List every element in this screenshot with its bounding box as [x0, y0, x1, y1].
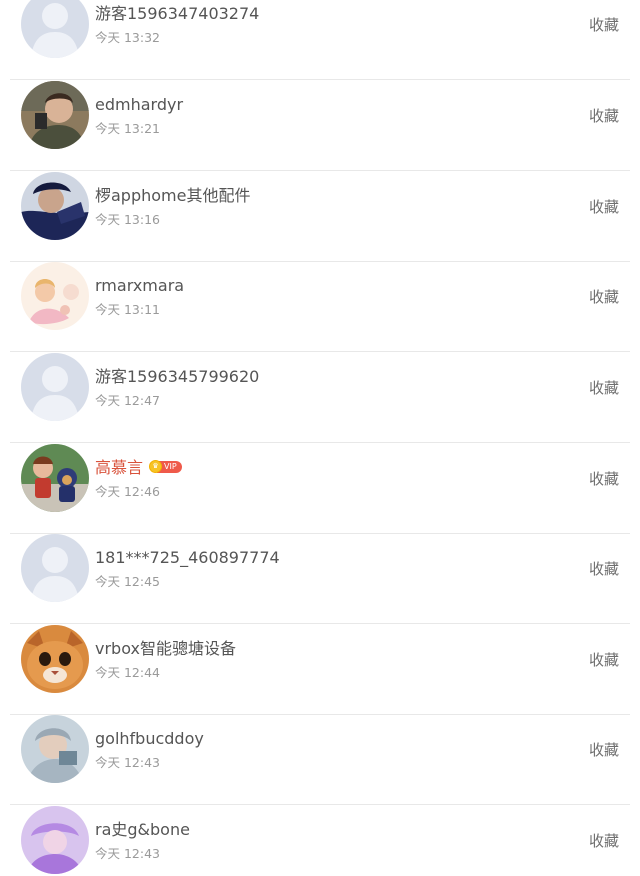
list-item[interactable]: vrbox智能骢塘设备 今天 12:44 收藏 [0, 625, 640, 715]
favorite-button[interactable]: 收藏 [589, 469, 619, 489]
user-name[interactable]: 游客1596347403274 [95, 4, 259, 24]
favorite-button[interactable]: 收藏 [589, 831, 619, 851]
list-item[interactable]: 游客1596347403274 今天 13:32 收藏 [0, 0, 640, 80]
default-avatar-icon[interactable] [21, 534, 89, 602]
list-item[interactable]: ra史g&bone 今天 12:43 收藏 [0, 806, 640, 876]
user-name[interactable]: vrbox智能骢塘设备 [95, 639, 236, 659]
divider [10, 351, 630, 352]
user-avatar[interactable] [21, 715, 89, 783]
favorite-button[interactable]: 收藏 [589, 15, 619, 35]
favorite-button[interactable]: 收藏 [589, 650, 619, 670]
divider [10, 79, 630, 80]
user-avatar[interactable] [21, 444, 89, 512]
crown-icon: ♛ [149, 460, 163, 473]
default-avatar-icon[interactable] [21, 0, 89, 58]
favorite-button[interactable]: 收藏 [589, 559, 619, 579]
visit-time: 今天 13:16 [95, 212, 160, 227]
divider [10, 170, 630, 171]
user-name[interactable]: golhfbucddoy [95, 729, 204, 749]
visit-time: 今天 12:45 [95, 574, 160, 589]
list-item[interactable]: 高慕言 ♛ VIP 今天 12:46 收藏 [0, 444, 640, 534]
visit-time: 今天 12:44 [95, 665, 160, 680]
visit-time: 今天 13:32 [95, 30, 160, 45]
visit-time: 今天 13:21 [95, 121, 160, 136]
list-item[interactable]: 181***725_460897774 今天 12:45 收藏 [0, 534, 640, 624]
favorite-button[interactable]: 收藏 [589, 106, 619, 126]
user-name[interactable]: 181***725_460897774 [95, 548, 280, 568]
user-name[interactable]: 椤apphome其他配件 [95, 186, 250, 206]
user-name[interactable]: rmarxmara [95, 276, 184, 296]
list-item[interactable]: golhfbucddoy 今天 12:43 收藏 [0, 715, 640, 805]
visit-time: 今天 12:47 [95, 393, 160, 408]
user-name[interactable]: ra史g&bone [95, 820, 190, 840]
divider [10, 804, 630, 805]
visit-time: 今天 12:46 [95, 484, 160, 499]
list-item[interactable]: rmarxmara 今天 13:11 收藏 [0, 262, 640, 352]
favorite-button[interactable]: 收藏 [589, 287, 619, 307]
visit-time: 今天 12:43 [95, 755, 160, 770]
divider [10, 623, 630, 624]
favorite-button[interactable]: 收藏 [589, 740, 619, 760]
favorite-button[interactable]: 收藏 [589, 378, 619, 398]
visit-time: 今天 13:11 [95, 302, 160, 317]
user-avatar[interactable] [21, 172, 89, 240]
visit-time: 今天 12:43 [95, 846, 160, 861]
list-item[interactable]: edmhardyr 今天 13:21 收藏 [0, 81, 640, 171]
user-name[interactable]: 游客1596345799620 [95, 367, 259, 387]
divider [10, 442, 630, 443]
user-name-text: 高慕言 [95, 458, 144, 477]
vip-badge: ♛ VIP [149, 460, 182, 474]
user-avatar[interactable] [21, 81, 89, 149]
list-item[interactable]: 椤apphome其他配件 今天 13:16 收藏 [0, 172, 640, 262]
user-name[interactable]: edmhardyr [95, 95, 183, 115]
list-item[interactable]: 游客1596345799620 今天 12:47 收藏 [0, 353, 640, 443]
default-avatar-icon[interactable] [21, 353, 89, 421]
user-avatar[interactable] [21, 625, 89, 693]
user-avatar[interactable] [21, 806, 89, 874]
user-name[interactable]: 高慕言 ♛ VIP [95, 458, 182, 478]
favorite-button[interactable]: 收藏 [589, 197, 619, 217]
viewer-list: 游客1596347403274 今天 13:32 收藏 edmhardyr 今天… [0, 0, 640, 876]
user-avatar[interactable] [21, 262, 89, 330]
